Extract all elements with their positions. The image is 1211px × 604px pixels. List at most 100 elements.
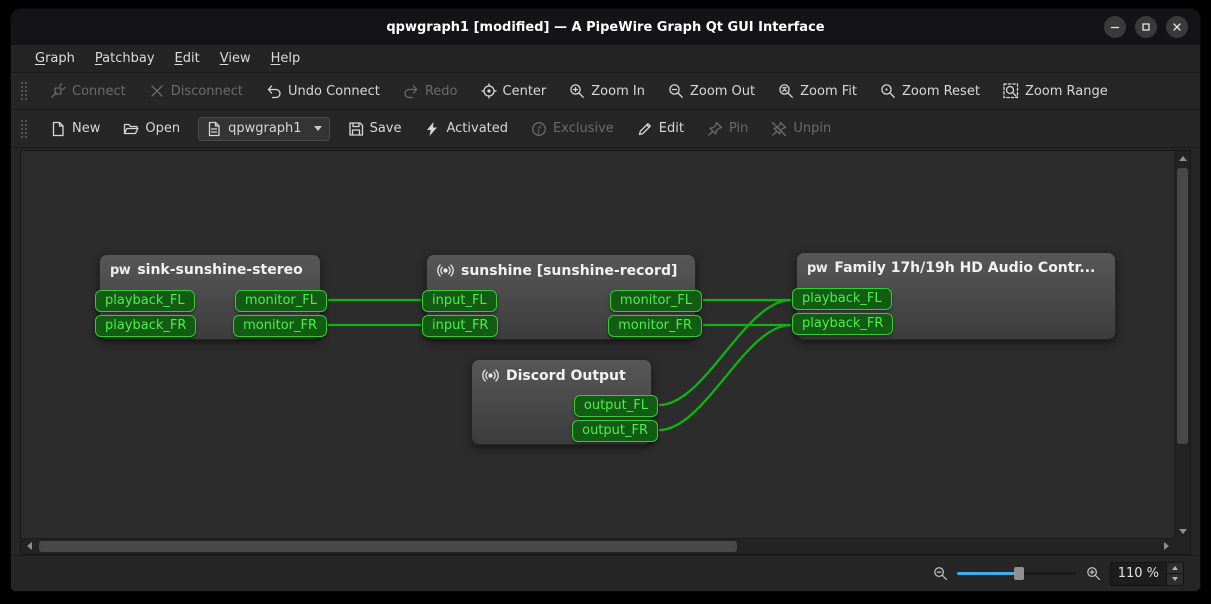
port-input-fr[interactable]: input_FR [422,315,498,337]
zoom-in-button[interactable]: Zoom In [561,78,653,104]
menu-patchbay[interactable]: Patchbay [85,47,165,70]
save-button[interactable]: Save [340,116,410,142]
undo-connect-button[interactable]: Undo Connect [258,78,388,104]
redo-icon [403,83,419,99]
toolbar-handle[interactable] [20,81,28,101]
minimize-icon [1109,21,1121,33]
pipewire-icon: pw [807,261,827,276]
zoom-reset-icon [880,83,896,99]
menu-view[interactable]: View [210,47,261,70]
unpin-icon [771,121,787,137]
scrollbar-corner [1174,538,1190,554]
scroll-left-arrow[interactable] [21,539,37,553]
node-family-hd-audio-controller[interactable]: pw Family 17h/19h HD Audio Contr... play… [796,252,1116,340]
pin-button[interactable]: Pin [699,116,756,142]
close-button[interactable] [1166,16,1188,38]
maximize-icon [1140,21,1152,33]
graph-frame: pw sink-sunshine-stereo playback_FL play… [20,150,1191,555]
horizontal-scrollbar[interactable] [21,538,1174,554]
connection-discord-outputFR-family-playbackFR[interactable] [659,325,791,430]
zoom-value[interactable]: 110 % [1111,563,1166,585]
spin-up-button[interactable] [1167,563,1183,574]
open-button[interactable]: Open [115,116,188,142]
node-header: pw sink-sunshine-stereo [100,255,320,278]
qpwgraph-window: qpwgraph1 [modified] — A PipeWire Graph … [10,8,1201,592]
scroll-right-arrow[interactable] [1158,539,1174,553]
scroll-down-arrow[interactable] [1175,524,1191,538]
zoom-slider-fill [957,572,1019,575]
disconnect-icon [149,83,165,99]
port-output-fl[interactable]: output_FL [574,395,658,417]
menu-graph[interactable]: Graph [25,47,85,70]
connections-layer [21,151,1174,538]
zoom-in-icon[interactable] [1086,566,1101,581]
port-monitor-fr[interactable]: monitor_FR [608,315,702,337]
zoom-out-button[interactable]: Zoom Out [660,78,763,104]
scroll-up-arrow[interactable] [1175,151,1191,165]
port-playback-fr[interactable]: playback_FR [792,313,893,335]
titlebar[interactable]: qpwgraph1 [modified] — A PipeWire Graph … [11,9,1200,45]
graph-toolbar: Connect Disconnect Undo Connect Redo [11,73,1200,110]
patchbay-toolbar: New Open qpwgraph1 Save [11,110,1200,148]
pipewire-icon: pw [110,263,130,278]
record-stream-icon [482,367,499,384]
svg-text:f: f [536,124,542,135]
node-discord-output[interactable]: Discord Output output_FL output_FR [471,359,652,445]
port-playback-fr[interactable]: playback_FR [95,315,196,337]
zoom-reset-button[interactable]: Zoom Reset [872,78,988,104]
exclusive-icon: f [531,121,547,137]
zoom-out-icon[interactable] [933,566,948,581]
toolbar-handle[interactable] [20,119,28,139]
port-monitor-fl[interactable]: monitor_FL [235,290,327,312]
zoom-out-icon [668,83,684,99]
port-monitor-fl[interactable]: monitor_FL [610,290,702,312]
node-header: sunshine [sunshine-record] [427,255,695,279]
graph-canvas[interactable]: pw sink-sunshine-stereo playback_FL play… [21,151,1174,538]
horizontal-scrollbar-thumb[interactable] [39,541,737,552]
zoom-range-button[interactable]: Zoom Range [995,78,1116,104]
central-area: pw sink-sunshine-stereo playback_FL play… [11,148,1200,555]
node-header: pw Family 17h/19h HD Audio Contr... [797,253,1115,276]
record-stream-icon [437,262,454,279]
patchbay-profile-combo[interactable]: qpwgraph1 [198,117,329,141]
spin-down-button[interactable] [1167,573,1183,585]
node-title: sink-sunshine-stereo [137,262,302,278]
redo-button[interactable]: Redo [395,78,466,104]
maximize-button[interactable] [1135,16,1157,38]
disconnect-button[interactable]: Disconnect [141,78,251,104]
port-monitor-fr[interactable]: monitor_FR [233,315,327,337]
edit-button[interactable]: Edit [629,116,692,142]
port-playback-fl[interactable]: playback_FL [792,288,892,310]
menu-help[interactable]: Help [261,47,311,70]
center-button[interactable]: Center [473,78,555,104]
zoom-spinbox[interactable]: 110 % [1110,562,1184,586]
port-input-fl[interactable]: input_FL [422,290,497,312]
pin-icon [707,121,723,137]
window-controls [1104,16,1188,38]
connect-button[interactable]: Connect [42,78,134,104]
menu-edit[interactable]: Edit [165,47,210,70]
zoom-range-icon [1003,83,1019,99]
port-output-fr[interactable]: output_FR [572,420,658,442]
minimize-button[interactable] [1104,16,1126,38]
close-icon [1171,21,1183,33]
node-sunshine-record[interactable]: sunshine [sunshine-record] input_FL inpu… [426,254,696,340]
chevron-down-icon [314,126,322,131]
zoom-fit-button[interactable]: Zoom Fit [770,78,865,104]
center-icon [481,83,497,99]
exclusive-button[interactable]: f Exclusive [523,116,622,142]
pencil-icon [637,121,653,137]
port-playback-fl[interactable]: playback_FL [95,290,195,312]
activated-button[interactable]: Activated [416,116,516,142]
connect-icon [50,83,66,99]
zoom-slider-handle[interactable] [1014,567,1024,580]
lightning-icon [424,121,440,137]
node-sink-sunshine-stereo[interactable]: pw sink-sunshine-stereo playback_FL play… [99,254,321,340]
vertical-scrollbar-thumb[interactable] [1177,168,1188,444]
new-button[interactable]: New [42,116,108,142]
undo-icon [266,83,282,99]
zoom-slider[interactable] [957,565,1077,582]
node-title: Discord Output [506,368,626,384]
unpin-button[interactable]: Unpin [763,116,839,142]
vertical-scrollbar[interactable] [1174,151,1190,538]
